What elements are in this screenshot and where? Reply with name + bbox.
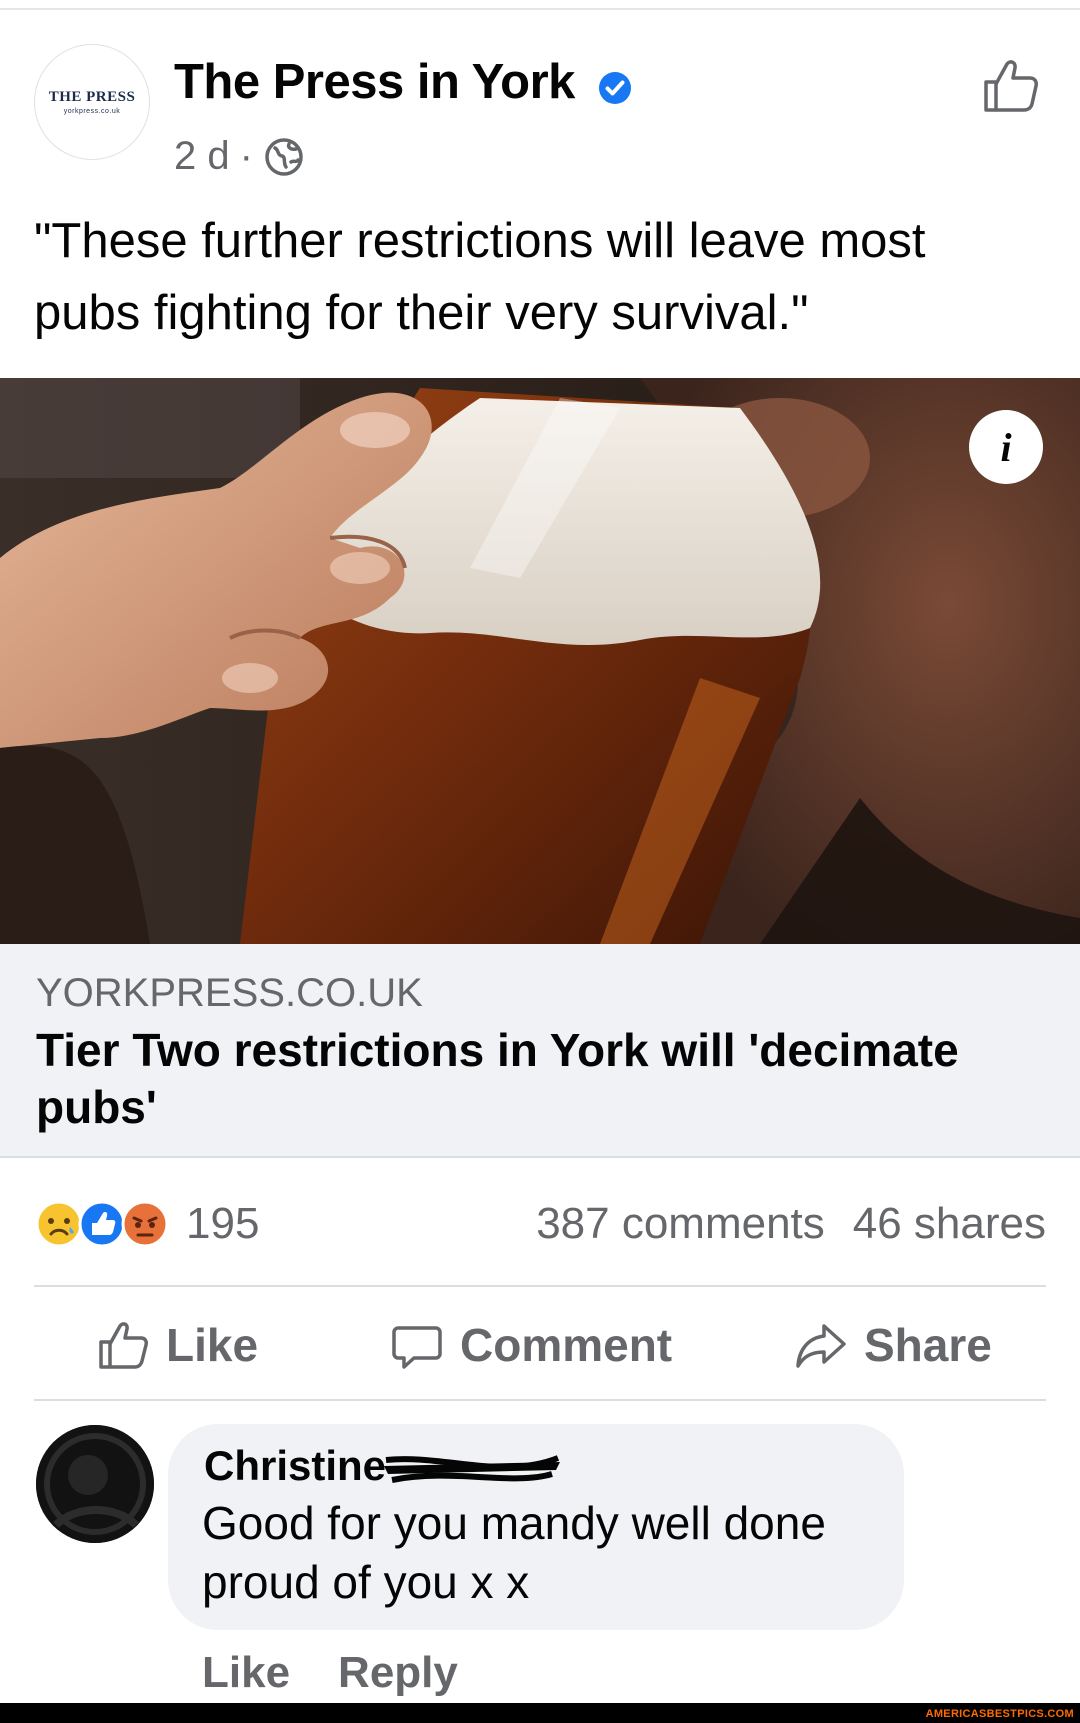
- footer-bar: AMERICASBESTPICS.COM: [0, 1703, 1080, 1723]
- verified-badge-icon: [599, 72, 631, 104]
- info-button[interactable]: i: [969, 410, 1043, 484]
- like-button[interactable]: Like: [96, 1290, 258, 1400]
- comment-bubble: Christine Good for you mandy well done p…: [168, 1424, 904, 1630]
- comment-text: Good for you mandy well done proud of yo…: [202, 1497, 826, 1608]
- commenter-photo: [36, 1425, 154, 1543]
- comment-button[interactable]: Comment: [390, 1290, 672, 1400]
- comment-actions: Like Reply: [202, 1648, 458, 1698]
- reaction-count[interactable]: 195: [186, 1199, 259, 1249]
- redaction-scribble: [384, 1455, 560, 1483]
- beer-drinking-photo: [0, 378, 1080, 944]
- page-avatar[interactable]: THE PRESS yorkpress.co.uk: [34, 44, 150, 160]
- like-label: Like: [166, 1319, 259, 1371]
- comment-label: Comment: [460, 1319, 673, 1371]
- divider: [34, 1285, 1046, 1287]
- globe-icon: [265, 137, 303, 176]
- shares-count[interactable]: 46 shares: [853, 1199, 1046, 1249]
- angry-reaction-icon: [121, 1200, 169, 1248]
- share-label: Share: [864, 1319, 992, 1371]
- action-bar: Like Comment Share: [34, 1290, 1046, 1400]
- divider: [34, 1399, 1046, 1401]
- meta-separator: ·: [239, 134, 253, 178]
- post-text: "These further restrictions will leave m…: [34, 214, 926, 340]
- post-photo[interactable]: i: [0, 378, 1080, 944]
- commenter-avatar[interactable]: [36, 1425, 154, 1543]
- post-header: THE PRESS yorkpress.co.uk The Press in Y…: [34, 42, 1046, 178]
- engagement-summary: 195 387 comments 46 shares: [34, 1195, 1046, 1255]
- link-domain: YORKPRESS.CO.UK: [36, 971, 423, 1015]
- post-meta: 2 d ·: [174, 134, 305, 179]
- avatar-logo-text: THE PRESS: [48, 89, 136, 105]
- avatar-logo-subtext: yorkpress.co.uk: [63, 108, 121, 115]
- comments-count[interactable]: 387 comments: [536, 1199, 825, 1249]
- link-title: Tier Two restrictions in York will 'deci…: [36, 1024, 959, 1133]
- comment-author[interactable]: Christine: [204, 1442, 386, 1490]
- page-name[interactable]: The Press in York: [174, 54, 575, 110]
- like-page-icon[interactable]: [980, 56, 1040, 116]
- comment-like-button[interactable]: Like: [202, 1648, 290, 1698]
- like-reaction-icon: [78, 1200, 126, 1248]
- reaction-icons[interactable]: [34, 1199, 174, 1249]
- watermark-text: AMERICASBESTPICS.COM: [925, 1708, 1074, 1720]
- share-button[interactable]: Share: [794, 1290, 992, 1400]
- share-arrow-icon: [796, 1324, 846, 1368]
- post-stats: 387 comments 46 shares: [536, 1199, 1046, 1249]
- comment-reply-button[interactable]: Reply: [338, 1648, 458, 1698]
- post-time[interactable]: 2 d: [174, 134, 230, 179]
- comment-bubble-icon: [392, 1326, 442, 1369]
- link-preview[interactable]: YORKPRESS.CO.UK Tier Two restrictions in…: [0, 944, 1080, 1158]
- thumbs-up-icon: [99, 1322, 148, 1369]
- top-divider: [0, 8, 1080, 10]
- sad-reaction-icon: [35, 1200, 83, 1248]
